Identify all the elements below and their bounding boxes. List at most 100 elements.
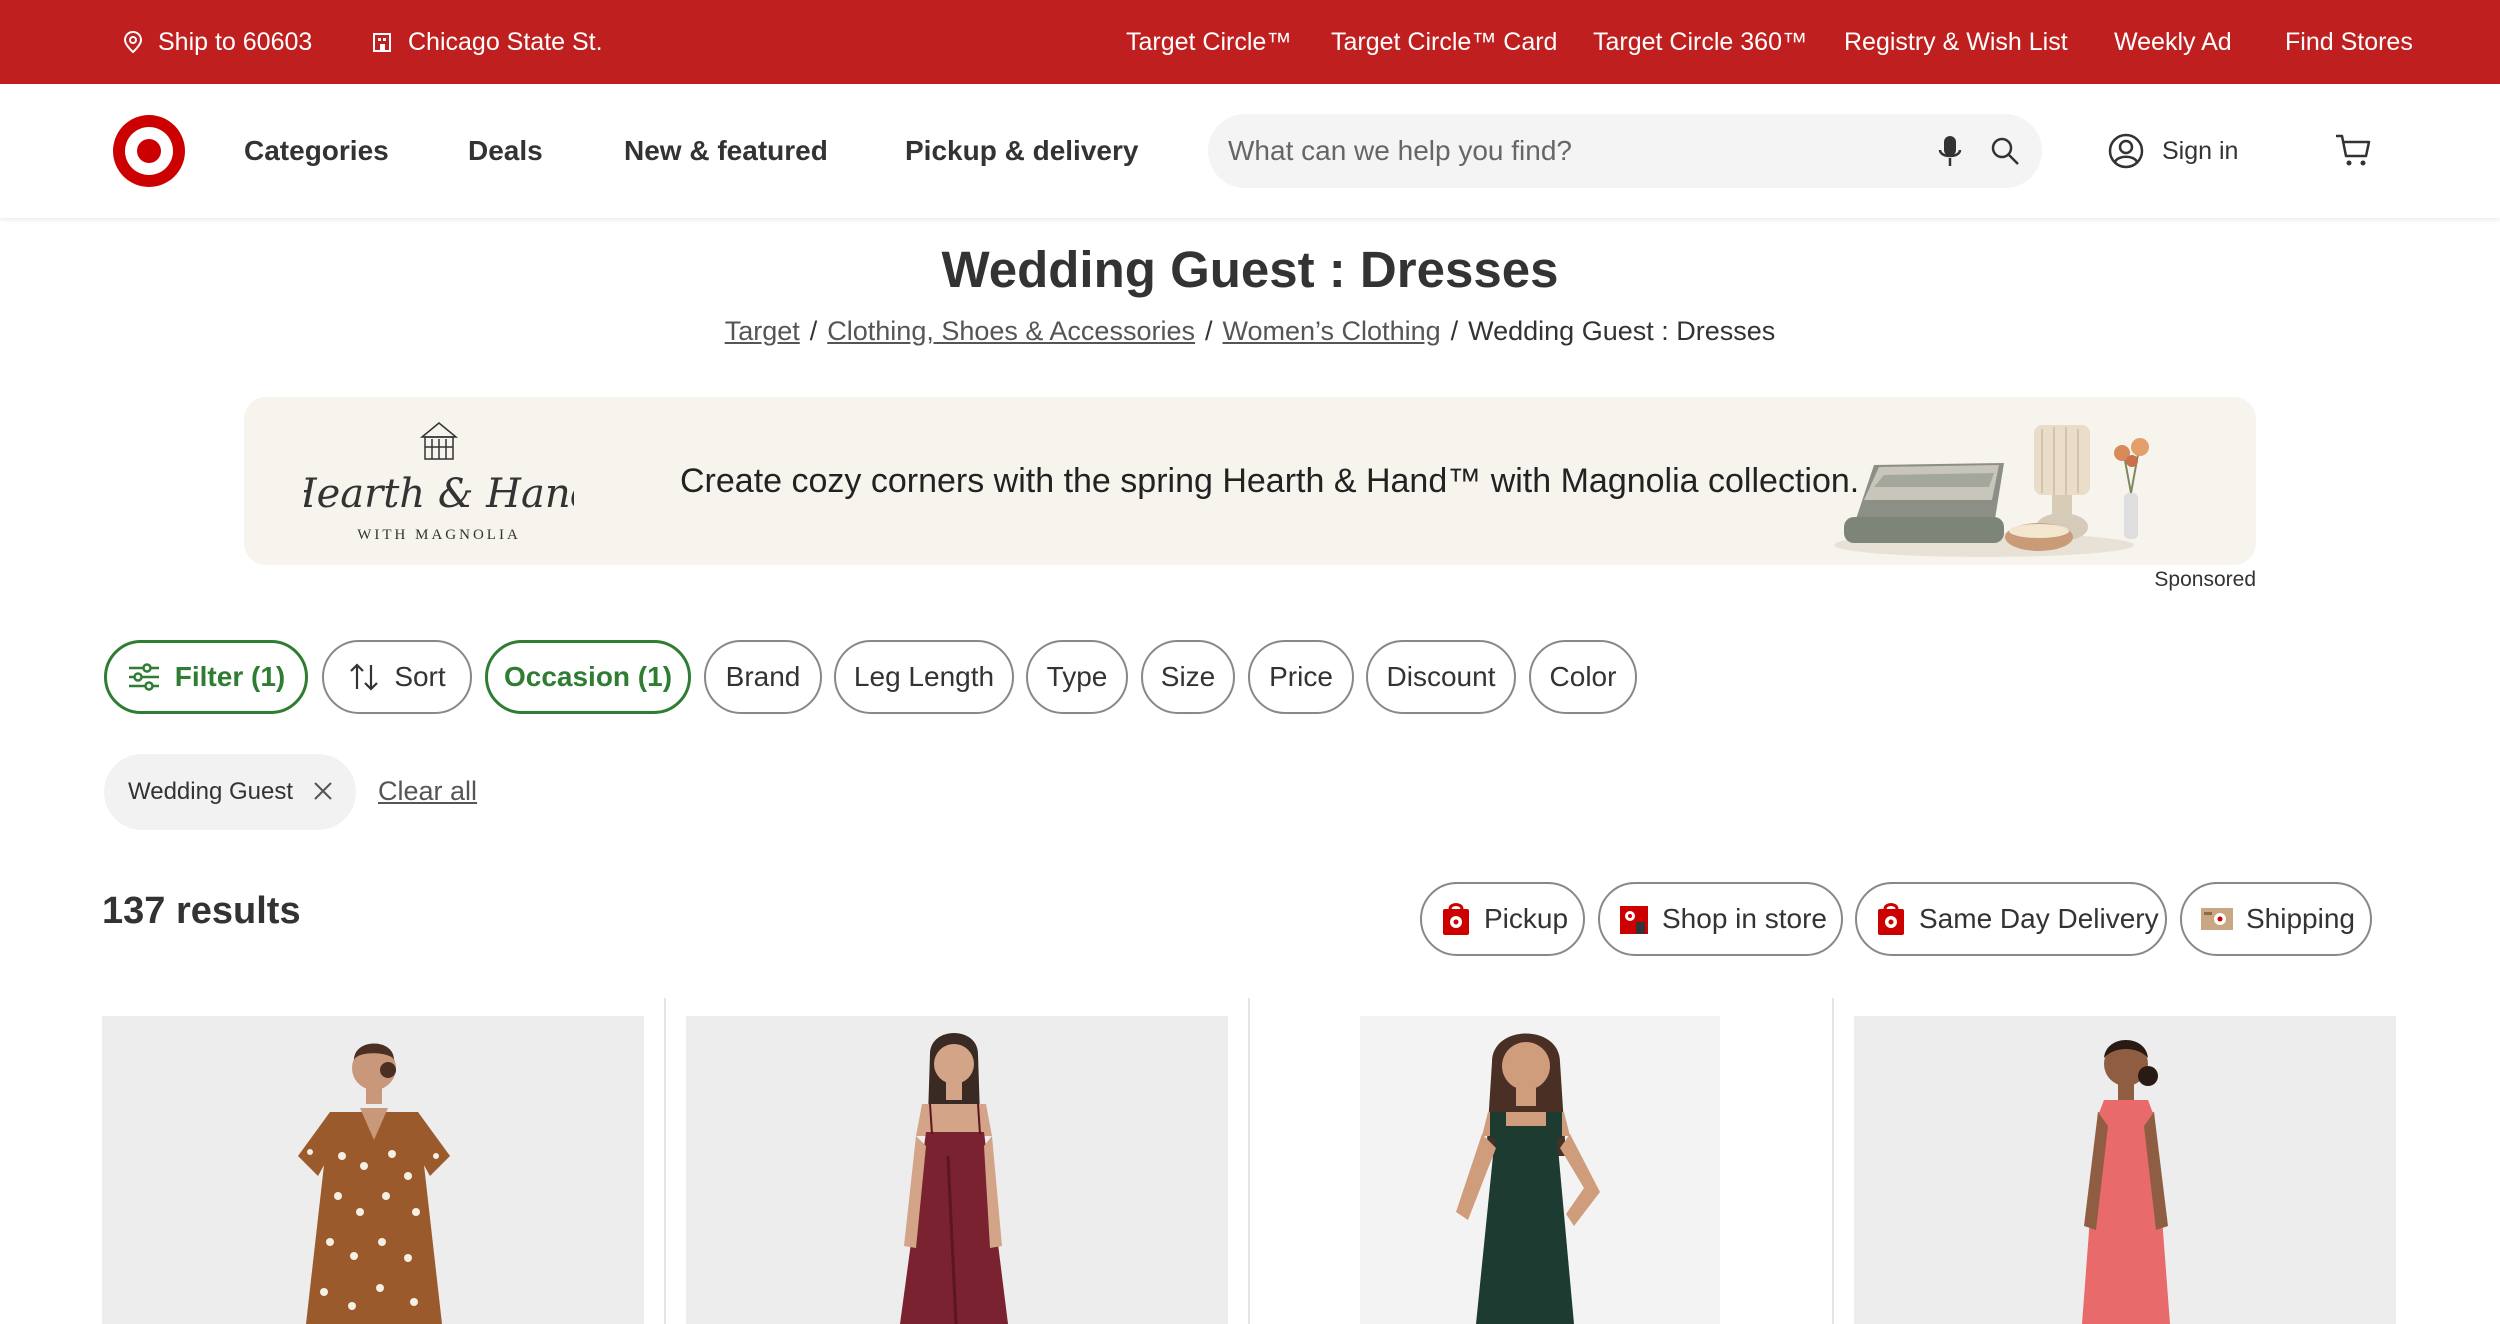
color-label: Color <box>1549 661 1617 692</box>
breadcrumb-womens[interactable]: Women’s Clothing <box>1223 316 1441 346</box>
sponsored-label: Sponsored <box>2154 568 2256 591</box>
home-decor-image <box>1834 425 2149 557</box>
grid-divider <box>1832 998 1834 1324</box>
product-image <box>298 1043 450 1324</box>
occasion-label: Occasion (1) <box>503 661 673 692</box>
grid-divider <box>1248 998 1250 1324</box>
color-chip[interactable]: Color <box>1529 640 1637 714</box>
shop-in-store-button[interactable]: Shop in store <box>1598 882 1843 956</box>
account-icon <box>2108 133 2144 169</box>
delivery-bag-icon <box>1878 903 1904 935</box>
product-image <box>2082 1040 2170 1324</box>
search-bar <box>1208 114 2042 188</box>
microphone-icon[interactable] <box>1938 134 1962 170</box>
search-input[interactable] <box>1228 114 1908 188</box>
nav-categories[interactable]: Categories <box>244 84 389 218</box>
grid-divider <box>664 998 666 1324</box>
product-image <box>1456 1033 1600 1324</box>
applied-filter-chip: Wedding Guest <box>104 754 356 830</box>
main-header: Categories Deals New & featured Pickup &… <box>0 84 2500 218</box>
target-circle-360-link[interactable]: Target Circle 360™ <box>1593 0 1807 84</box>
svg-text:WITH MAGNOLIA: WITH MAGNOLIA <box>357 527 521 543</box>
filter-label: Filter (1) <box>174 661 286 692</box>
product-card[interactable] <box>1360 1016 1720 1324</box>
applied-filter-label: Wedding Guest <box>128 778 293 805</box>
page-title: Wedding Guest : Dresses <box>941 241 1559 298</box>
sign-in-button[interactable]: Sign in <box>2108 84 2238 218</box>
same-day-delivery-button[interactable]: Same Day Delivery <box>1855 882 2167 956</box>
nav-new-featured-label: New & featured <box>624 135 828 166</box>
store-icon <box>373 33 391 52</box>
brand-chip[interactable]: Brand <box>704 640 822 714</box>
nav-categories-label: Categories <box>244 135 389 166</box>
store-building-icon <box>1620 906 1648 934</box>
target-logo-icon[interactable] <box>112 114 186 188</box>
target-circle-link[interactable]: Target Circle™ <box>1126 0 1291 84</box>
sort-button[interactable]: Sort <box>322 640 472 714</box>
target-circle-card-link[interactable]: Target Circle™ Card <box>1331 0 1557 84</box>
product-card[interactable] <box>1854 1016 2396 1324</box>
discount-label: Discount <box>1386 661 1496 692</box>
product-card[interactable] <box>102 1016 644 1324</box>
hearth-and-hand-logo: Hearth & Hand WITH MAGNOLIA <box>304 422 574 543</box>
breadcrumb-separator: / <box>1204 316 1213 346</box>
price-label: Price <box>1269 661 1333 692</box>
breadcrumb-target[interactable]: Target <box>725 316 800 346</box>
store-link[interactable]: Chicago State St. <box>372 0 603 84</box>
shipping-label: Shipping <box>2246 903 2355 934</box>
breadcrumb-separator: / <box>809 316 818 346</box>
size-chip[interactable]: Size <box>1141 640 1235 714</box>
banner-text: Create cozy corners with the spring Hear… <box>680 461 1860 500</box>
sort-label: Sort <box>394 661 446 692</box>
same-day-delivery-label: Same Day Delivery <box>1919 903 2159 934</box>
filter-sliders-icon <box>128 663 159 691</box>
pickup-button[interactable]: Pickup <box>1420 882 1585 956</box>
svg-text:Hearth & Hand: Hearth & Hand <box>304 471 574 517</box>
target-circle-360-label: Target Circle 360™ <box>1593 27 1807 56</box>
weekly-ad-label: Weekly Ad <box>2114 27 2232 56</box>
type-label: Type <box>1046 661 1108 692</box>
utility-bar: Ship to 60603 Chicago State St. Target C… <box>0 0 2500 84</box>
breadcrumb-current: Wedding Guest : Dresses <box>1468 316 1776 346</box>
target-circle-card-label: Target Circle™ Card <box>1331 27 1558 56</box>
leg-length-chip[interactable]: Leg Length <box>834 640 1014 714</box>
remove-filter-icon[interactable] <box>312 780 334 802</box>
ship-to-link[interactable]: Ship to 60603 <box>122 0 312 84</box>
shop-in-store-label: Shop in store <box>1662 903 1827 934</box>
filter-button[interactable]: Filter (1) <box>104 640 308 714</box>
weekly-ad-link[interactable]: Weekly Ad <box>2114 0 2232 84</box>
sign-in-label: Sign in <box>2162 136 2239 165</box>
location-pin-icon <box>123 30 143 54</box>
brand-label: Brand <box>725 661 801 692</box>
target-circle-label: Target Circle™ <box>1126 27 1292 56</box>
nav-pickup-delivery-label: Pickup & delivery <box>905 135 1139 166</box>
breadcrumb-separator: / <box>1450 316 1459 346</box>
results-count: 137 results <box>102 890 301 932</box>
find-stores-label: Find Stores <box>2285 27 2413 56</box>
search-icon[interactable] <box>1990 136 2020 166</box>
leg-length-label: Leg Length <box>853 661 995 692</box>
nav-deals[interactable]: Deals <box>468 84 543 218</box>
product-card[interactable] <box>686 1016 1228 1324</box>
sort-arrows-icon <box>350 663 379 691</box>
shipping-button[interactable]: Shipping <box>2180 882 2372 956</box>
discount-chip[interactable]: Discount <box>1366 640 1516 714</box>
nav-deals-label: Deals <box>468 135 543 166</box>
occasion-chip[interactable]: Occasion (1) <box>485 640 691 714</box>
cart-icon[interactable] <box>2334 132 2372 168</box>
clear-all-link[interactable]: Clear all <box>378 776 477 807</box>
breadcrumb-clothing[interactable]: Clothing, Shoes & Accessories <box>827 316 1195 346</box>
find-stores-link[interactable]: Find Stores <box>2285 0 2413 84</box>
nav-pickup-delivery[interactable]: Pickup & delivery <box>905 84 1138 218</box>
store-label: Chicago State St. <box>408 27 603 56</box>
price-chip[interactable]: Price <box>1248 640 1354 714</box>
type-chip[interactable]: Type <box>1026 640 1128 714</box>
nav-new-featured[interactable]: New & featured <box>624 84 828 218</box>
pickup-label: Pickup <box>1484 903 1569 934</box>
product-image <box>900 1033 1008 1324</box>
ship-to-label: Ship to 60603 <box>158 27 313 56</box>
pickup-bag-icon <box>1443 903 1469 935</box>
registry-link[interactable]: Registry & Wish List <box>1844 0 2068 84</box>
breadcrumb: Target / Clothing, Shoes & Accessories / Wom… <box>0 316 2500 347</box>
sponsored-banner[interactable]: Hearth & Hand WITH MAGNOLIA Create cozy … <box>244 397 2256 565</box>
